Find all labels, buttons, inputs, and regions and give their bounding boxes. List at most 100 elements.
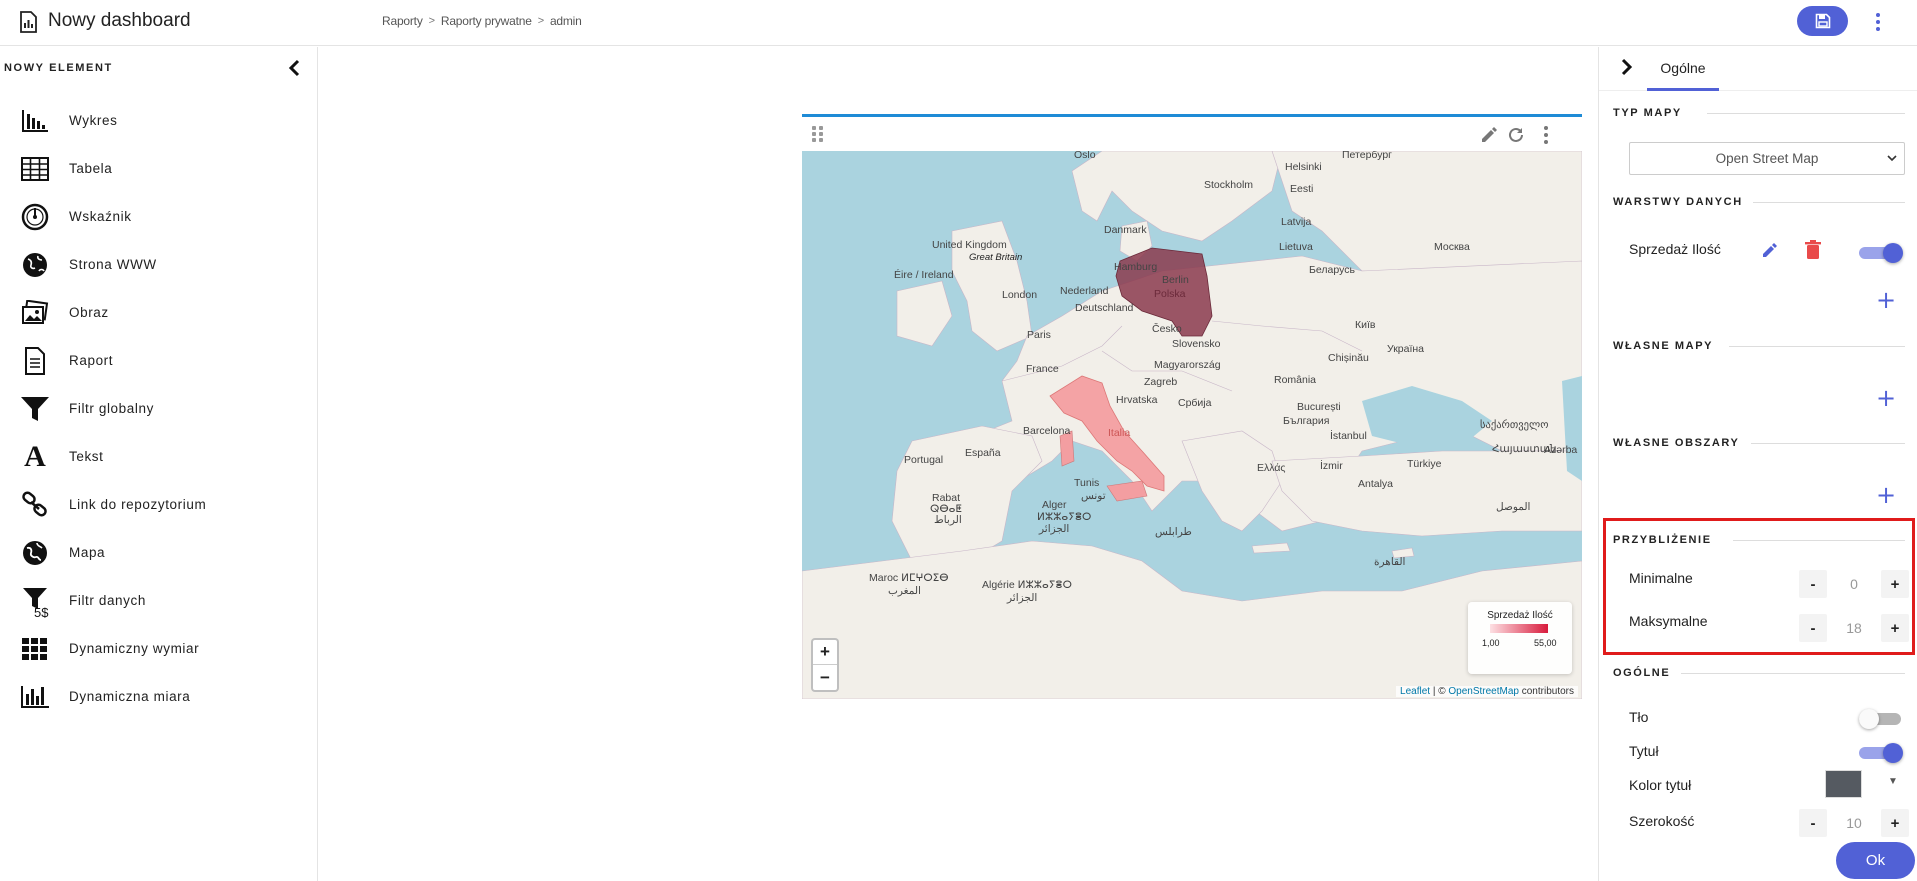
map-label: London [1002,289,1038,301]
map-label: Berlin [1162,274,1189,286]
element-item-data-filter[interactable]: 5$ Filtr danych [0,577,318,625]
map-label: Київ [1355,319,1376,331]
map-label: România [1274,374,1317,386]
map-view[interactable]: Oslo Helsinki Петербург Stockholm Eesti … [802,151,1582,699]
map-label: Hrvatska [1116,394,1158,406]
element-item-table[interactable]: Tabela [0,145,318,193]
map-label: الجزائر [1007,592,1038,604]
element-item-global-filter[interactable]: Filtr globalny [0,385,318,433]
legend-title: Sprzedaż Ilość [1487,610,1553,621]
map-label: Latvija [1281,216,1312,228]
map-label: Polska [1154,288,1186,300]
tab-general[interactable]: Ogólne [1647,47,1719,91]
map-label: Éire / Ireland [894,269,954,281]
element-item-text[interactable]: A Tekst [0,433,318,481]
map-label: المغرب [888,585,921,597]
map-label: Беларусь [1309,264,1355,276]
properties-panel: Ogólne TYP MAPY Open Street Map WARSTWY … [1598,47,1917,881]
breadcrumb-admin[interactable]: admin [550,14,582,28]
element-label: Filtr danych [69,593,146,608]
element-label: Tabela [69,161,113,176]
legend-gradient [1490,624,1548,633]
more-options-icon[interactable] [1868,10,1888,34]
section-general: OGÓLNE [1613,667,1671,679]
title-toggle[interactable] [1859,742,1903,763]
zoom-min-value[interactable]: 0 [1827,576,1881,592]
map-label: United Kingdom [932,239,1007,251]
breadcrumb-separator: > [537,15,544,27]
map-label: Stockholm [1204,179,1254,191]
refresh-icon[interactable] [1506,125,1526,145]
collapse-sidebar-icon[interactable] [284,57,306,79]
expand-panel-icon[interactable] [1615,56,1637,78]
element-item-image[interactable]: Obraz [0,289,318,337]
color-dropdown-icon[interactable]: ▼ [1888,776,1898,787]
zoom-min-decrement[interactable]: - [1799,570,1827,598]
zoom-max-increment[interactable]: + [1881,614,1909,642]
width-increment[interactable]: + [1881,809,1909,837]
drag-handle-icon[interactable] [812,126,824,142]
zoom-min-label: Minimalne [1629,570,1693,586]
widget-toolbar [802,117,1582,151]
save-icon [1815,13,1830,29]
element-item-map[interactable]: Mapa [0,529,318,577]
delete-layer-icon[interactable] [1804,240,1822,260]
edit-icon[interactable] [1479,125,1499,145]
attribution-suffix: contributors [1518,686,1574,697]
element-item-repository-link[interactable]: Link do repozytorium [0,481,318,529]
section-custom-areas: WŁASNE OBSZARY [1613,437,1740,449]
zoom-control: + − [811,638,839,692]
element-item-report[interactable]: Raport [0,337,318,385]
element-item-chart[interactable]: Wykres [0,97,318,145]
zoom-max-decrement[interactable]: - [1799,614,1827,642]
width-label: Szerokość [1629,813,1695,829]
add-data-layer-button[interactable]: + [1875,288,1897,312]
map-labels: Oslo Helsinki Петербург Stockholm Eesti … [802,151,1582,699]
text-icon: A [20,442,50,472]
zoom-in-button[interactable]: + [813,640,837,665]
breadcrumb-private-reports[interactable]: Raporty prywatne [441,14,532,28]
width-stepper: - 10 + [1799,808,1909,838]
ok-button[interactable]: Ok [1836,842,1915,879]
widget-more-icon[interactable] [1536,125,1556,145]
width-value[interactable]: 10 [1827,815,1881,831]
data-filter-icon: 5$ [20,587,50,620]
element-label: Dynamiczny wymiar [69,641,200,656]
map-label: Lietuva [1279,241,1313,253]
element-item-gauge[interactable]: Wskaźnik [0,193,318,241]
map-label: Москва [1434,241,1470,253]
element-label: Filtr globalny [69,401,154,416]
save-button[interactable] [1797,6,1848,36]
zoom-out-button[interactable]: − [813,665,837,690]
element-item-dynamic-dimension[interactable]: Dynamiczny wymiar [0,625,318,673]
map-type-select[interactable]: Open Street Map [1629,142,1905,175]
section-divider [1707,113,1905,114]
width-decrement[interactable]: - [1799,809,1827,837]
element-item-webpage[interactable]: Strona WWW [0,241,318,289]
map-label: İstanbul [1330,430,1367,442]
legend-max: 55,00 [1534,638,1557,648]
element-list: Wykres Tabela Wskaźnik Strona WWW Obraz [0,97,318,721]
map-label: Deutschland [1075,302,1134,314]
edit-layer-icon[interactable] [1761,241,1779,259]
zoom-min-increment[interactable]: + [1881,570,1909,598]
data-layer-toggle[interactable] [1859,242,1903,263]
map-attribution: Leaflet | © OpenStreetMap contributors [1396,686,1578,697]
section-custom-maps: WŁASNE MAPY [1613,340,1714,352]
map-widget[interactable]: Oslo Helsinki Петербург Stockholm Eesti … [802,114,1582,699]
element-item-dynamic-measure[interactable]: Dynamiczna miara [0,673,318,721]
add-custom-area-button[interactable]: + [1875,483,1897,507]
leaflet-link[interactable]: Leaflet [1400,686,1430,697]
breadcrumb-reports[interactable]: Raporty [382,14,423,28]
background-toggle[interactable] [1859,708,1903,729]
breadcrumb-separator: > [428,15,435,27]
map-label: Alger [1042,499,1067,511]
title-color-swatch[interactable] [1825,770,1862,798]
add-custom-map-button[interactable]: + [1875,386,1897,410]
image-icon [20,299,50,327]
zoom-max-value[interactable]: 18 [1827,620,1881,636]
osm-link[interactable]: OpenStreetMap [1448,686,1519,697]
map-label: Maroc ⵍⵎⵖⵔⵉⴱ [869,572,949,584]
gauge-icon [20,203,50,231]
map-label: ⵍⵣⵣⴰⵢⴻⵔ [1037,511,1092,523]
